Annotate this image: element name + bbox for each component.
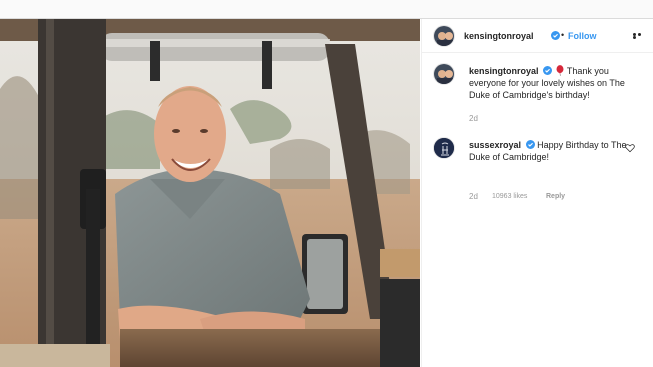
safari-photo-illustration [0,19,420,367]
more-options-icon[interactable] [633,33,647,39]
avatar-image [434,64,454,84]
like-heart-icon[interactable] [625,143,635,153]
comment-likes[interactable]: 10963 likes [492,193,527,200]
follow-button[interactable]: Follow [568,31,597,41]
comment-meta: 2d 10963 likes Reply [469,192,565,201]
comment-time[interactable]: 2d [469,192,478,201]
separator-dot: • [561,30,565,40]
verified-badge-icon [543,66,553,75]
account-username[interactable]: kensingtonroyal [464,31,534,41]
comment-username[interactable]: sussexroyal [469,140,521,150]
sussex-monogram-icon [434,138,454,158]
avatar[interactable] [433,137,455,159]
caption-time[interactable]: 2d [469,114,478,123]
verified-badge-icon [551,31,560,40]
reply-button[interactable]: Reply [546,193,565,200]
caption-username[interactable]: kensingtonroyal [469,66,539,76]
instagram-window: kensingtonroyal • Follow kensingtonroyal… [0,0,653,367]
caption-text-block: kensingtonroyal Thank you everyone for y… [469,65,637,101]
comment-text-block: sussexroyal Happy Birthday to The Duke o… [469,139,637,163]
post-header: kensingtonroyal • Follow [422,19,653,53]
instagram-post: kensingtonroyal • Follow kensingtonroyal… [0,18,653,367]
avatar-image [434,26,454,46]
verified-badge-icon [525,140,535,149]
avatar[interactable] [433,25,455,47]
balloon-icon [556,65,564,76]
avatar[interactable] [433,63,455,85]
post-side-panel: kensingtonroyal • Follow kensingtonroyal… [421,19,653,367]
post-photo[interactable] [0,19,420,367]
